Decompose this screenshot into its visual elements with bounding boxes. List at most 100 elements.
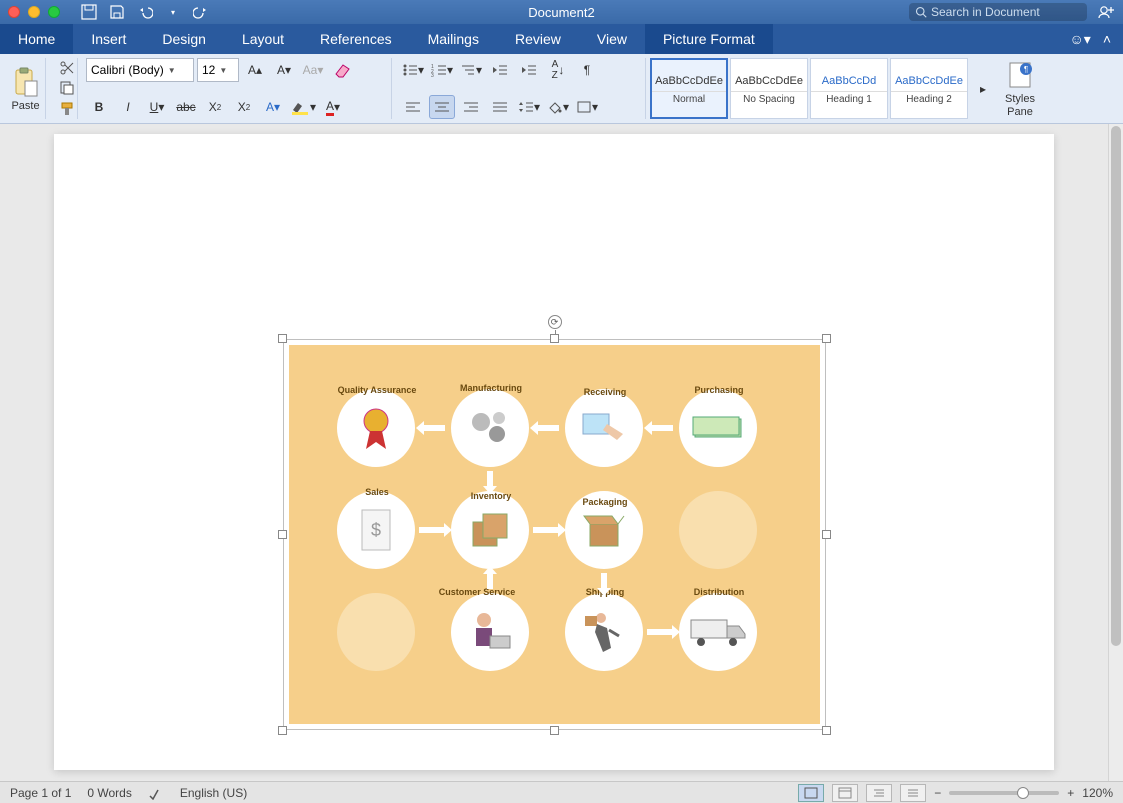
document-search[interactable] xyxy=(909,3,1087,21)
tab-review[interactable]: Review xyxy=(497,24,579,54)
tab-references[interactable]: References xyxy=(302,24,410,54)
minimize-window-button[interactable] xyxy=(28,6,40,18)
tab-insert[interactable]: Insert xyxy=(73,24,144,54)
save-icon[interactable] xyxy=(108,3,126,21)
align-left-button[interactable] xyxy=(400,95,426,119)
style-normal[interactable]: AaBbCcDdEe Normal xyxy=(650,58,728,119)
bold-button[interactable]: B xyxy=(86,95,112,119)
shading-button[interactable]: ▾ xyxy=(545,95,571,119)
tab-home[interactable]: Home xyxy=(0,24,73,54)
zoom-slider-knob[interactable] xyxy=(1017,787,1029,799)
zoom-window-button[interactable] xyxy=(48,6,60,18)
rotate-handle[interactable]: ⟳ xyxy=(548,315,562,329)
paint-bucket-icon xyxy=(547,100,563,114)
align-left-icon xyxy=(405,100,421,114)
decrease-indent-button[interactable] xyxy=(487,58,513,82)
document-area: ⟳ Quality Assurance Manufacturing Receiv… xyxy=(0,124,1123,781)
font-color-button[interactable]: A▾ xyxy=(320,95,346,119)
paste-button[interactable]: Paste xyxy=(6,58,46,119)
zoom-level[interactable]: 120% xyxy=(1082,786,1113,800)
resize-handle-tl[interactable] xyxy=(278,334,287,343)
ribbon-tabs: Home Insert Design Layout References Mai… xyxy=(0,24,1123,54)
change-case-button[interactable]: Aa▾ xyxy=(300,58,326,82)
autosave-icon[interactable] xyxy=(80,3,98,21)
resize-handle-tc[interactable] xyxy=(550,334,559,343)
selected-picture[interactable]: ⟳ Quality Assurance Manufacturing Receiv… xyxy=(283,339,826,730)
draft-view-button[interactable] xyxy=(900,784,926,802)
node-quality-assurance xyxy=(337,389,415,467)
undo-dropdown-icon[interactable]: ▾ xyxy=(164,3,182,21)
line-spacing-button[interactable]: ▾ xyxy=(516,95,542,119)
spacing-icon xyxy=(518,100,534,114)
language-indicator[interactable]: English (US) xyxy=(180,786,247,800)
show-formatting-button[interactable]: ¶ xyxy=(574,58,600,82)
redo-icon[interactable] xyxy=(192,3,210,21)
tab-mailings[interactable]: Mailings xyxy=(410,24,497,54)
multilevel-list-button[interactable]: ▾ xyxy=(458,58,484,82)
font-size-combo[interactable]: 12▼ xyxy=(197,58,239,82)
align-right-button[interactable] xyxy=(458,95,484,119)
style-heading-1[interactable]: AaBbCcDd Heading 1 xyxy=(810,58,888,119)
print-layout-view-button[interactable] xyxy=(798,784,824,802)
justify-button[interactable] xyxy=(487,95,513,119)
tab-picture-format[interactable]: Picture Format xyxy=(645,24,773,54)
sort-button[interactable]: AZ↓ xyxy=(545,58,571,82)
numbering-button[interactable]: 123▾ xyxy=(429,58,455,82)
zoom-out-button[interactable]: − xyxy=(934,786,941,800)
bullets-button[interactable]: ▾ xyxy=(400,58,426,82)
close-window-button[interactable] xyxy=(8,6,20,18)
title-bar: ▾ Document2 xyxy=(0,0,1123,24)
styles-pane-button[interactable]: ¶ Styles Pane xyxy=(1000,58,1040,119)
word-count[interactable]: 0 Words xyxy=(87,786,131,800)
share-icon[interactable] xyxy=(1097,3,1115,21)
undo-icon[interactable] xyxy=(136,3,154,21)
label-receiving: Receiving xyxy=(555,387,655,397)
bullet-list-icon xyxy=(402,63,418,77)
outline-view-button[interactable] xyxy=(866,784,892,802)
style-no-spacing[interactable]: AaBbCcDdEe No Spacing xyxy=(730,58,808,119)
zoom-slider[interactable] xyxy=(949,791,1059,795)
styles-pane-label: Styles Pane xyxy=(1005,93,1035,117)
style-heading-2[interactable]: AaBbCcDdEe Heading 2 xyxy=(890,58,968,119)
vertical-scrollbar[interactable] xyxy=(1108,124,1123,781)
copy-button[interactable] xyxy=(54,78,80,98)
tab-layout[interactable]: Layout xyxy=(224,24,302,54)
label-packaging: Packaging xyxy=(555,497,655,507)
resize-handle-bl[interactable] xyxy=(278,726,287,735)
subscript-button[interactable]: X2 xyxy=(202,95,228,119)
resize-handle-bc[interactable] xyxy=(550,726,559,735)
ribbon-award-icon xyxy=(356,405,396,451)
resize-handle-ml[interactable] xyxy=(278,530,287,539)
shrink-font-button[interactable]: A▾ xyxy=(271,58,297,82)
zoom-in-button[interactable]: + xyxy=(1067,786,1074,800)
collapse-ribbon-icon[interactable]: ˄ xyxy=(1103,31,1111,47)
highlight-button[interactable]: ▾ xyxy=(289,95,317,119)
grow-font-button[interactable]: A▴ xyxy=(242,58,268,82)
align-center-button[interactable] xyxy=(429,95,455,119)
increase-indent-button[interactable] xyxy=(516,58,542,82)
strikethrough-button[interactable]: abc xyxy=(173,95,199,119)
font-name-combo[interactable]: Calibri (Body)▼ xyxy=(86,58,194,82)
page-indicator[interactable]: Page 1 of 1 xyxy=(10,786,71,800)
feedback-icon[interactable]: ☺︎▾ xyxy=(1069,31,1090,48)
tab-design[interactable]: Design xyxy=(144,24,224,54)
italic-button[interactable]: I xyxy=(115,95,141,119)
clear-formatting-button[interactable] xyxy=(329,58,355,82)
cut-button[interactable] xyxy=(54,58,80,78)
format-painter-button[interactable] xyxy=(54,99,80,119)
outdent-icon xyxy=(492,63,508,77)
resize-handle-tr[interactable] xyxy=(822,334,831,343)
resize-handle-mr[interactable] xyxy=(822,530,831,539)
resize-handle-br[interactable] xyxy=(822,726,831,735)
spellcheck-icon[interactable] xyxy=(148,786,164,800)
superscript-button[interactable]: X2 xyxy=(231,95,257,119)
arrow xyxy=(601,573,607,589)
borders-button[interactable]: ▾ xyxy=(574,95,600,119)
text-effects-button[interactable]: A▾ xyxy=(260,95,286,119)
underline-button[interactable]: U ▾ xyxy=(144,95,170,119)
tab-view[interactable]: View xyxy=(579,24,645,54)
web-layout-view-button[interactable] xyxy=(832,784,858,802)
styles-more-button[interactable]: ▸ xyxy=(970,77,996,101)
scrollbar-thumb[interactable] xyxy=(1111,126,1121,646)
search-input[interactable] xyxy=(931,5,1081,19)
